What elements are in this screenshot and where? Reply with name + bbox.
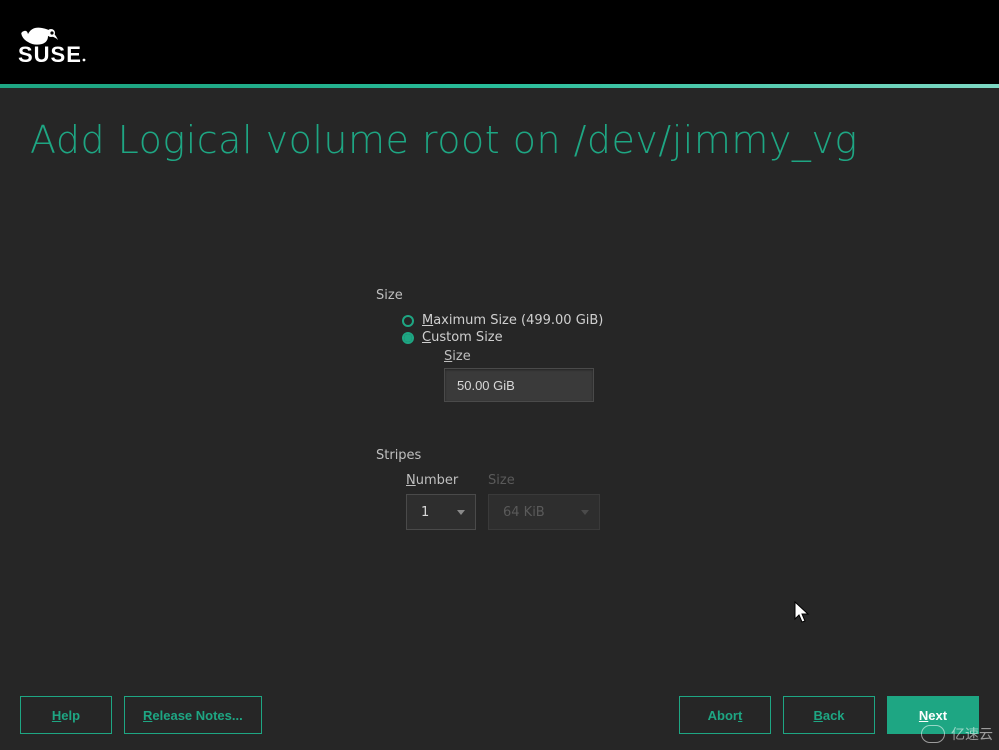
form-area: Size Maximum Size (499.00 GiB) Custom Si…	[376, 288, 776, 530]
stripes-size-label: Size	[488, 473, 600, 488]
stripes-size-field: Size 64 KiB	[488, 473, 600, 530]
page-title: Add Logical volume root on /dev/jimmy_vg	[0, 88, 999, 162]
stripes-size-value: 64 KiB	[503, 505, 545, 520]
stripes-number-value: 1	[421, 505, 429, 520]
stripes-number-dropdown[interactable]: 1	[406, 494, 476, 530]
chevron-down-icon	[457, 510, 465, 515]
stripes-group: Stripes Number 1 Size 64 KiB	[376, 448, 776, 530]
footer-bar: Help Release Notes... Abort Back Next	[0, 680, 999, 750]
mouse-cursor-icon	[794, 601, 812, 625]
stripes-number-field: Number 1	[406, 473, 476, 530]
content-area: Add Logical volume root on /dev/jimmy_vg…	[0, 88, 999, 750]
header-bar: SUSE	[0, 0, 999, 84]
stripes-number-label: Number	[406, 473, 476, 488]
stripes-group-label: Stripes	[376, 448, 776, 463]
stripes-size-dropdown: 64 KiB	[488, 494, 600, 530]
size-group-label: Size	[376, 288, 776, 303]
help-button[interactable]: Help	[20, 696, 112, 734]
back-button[interactable]: Back	[783, 696, 875, 734]
radio-custom-size[interactable]: Custom Size	[402, 330, 776, 345]
next-button[interactable]: Next	[887, 696, 979, 734]
chevron-down-icon	[581, 510, 589, 515]
radio-label-maximum: Maximum Size (499.00 GiB)	[422, 313, 603, 328]
size-input[interactable]	[444, 368, 594, 402]
custom-size-subgroup: Size	[444, 349, 776, 402]
size-input-label: Size	[444, 349, 776, 364]
radio-indicator-unselected	[402, 315, 414, 327]
abort-button[interactable]: Abort	[679, 696, 771, 734]
radio-indicator-selected	[402, 332, 414, 344]
radio-label-custom: Custom Size	[422, 330, 503, 345]
release-notes-button[interactable]: Release Notes...	[124, 696, 262, 734]
radio-maximum-size[interactable]: Maximum Size (499.00 GiB)	[402, 313, 776, 328]
suse-logo: SUSE	[18, 18, 108, 66]
svg-text:SUSE: SUSE	[18, 42, 82, 66]
